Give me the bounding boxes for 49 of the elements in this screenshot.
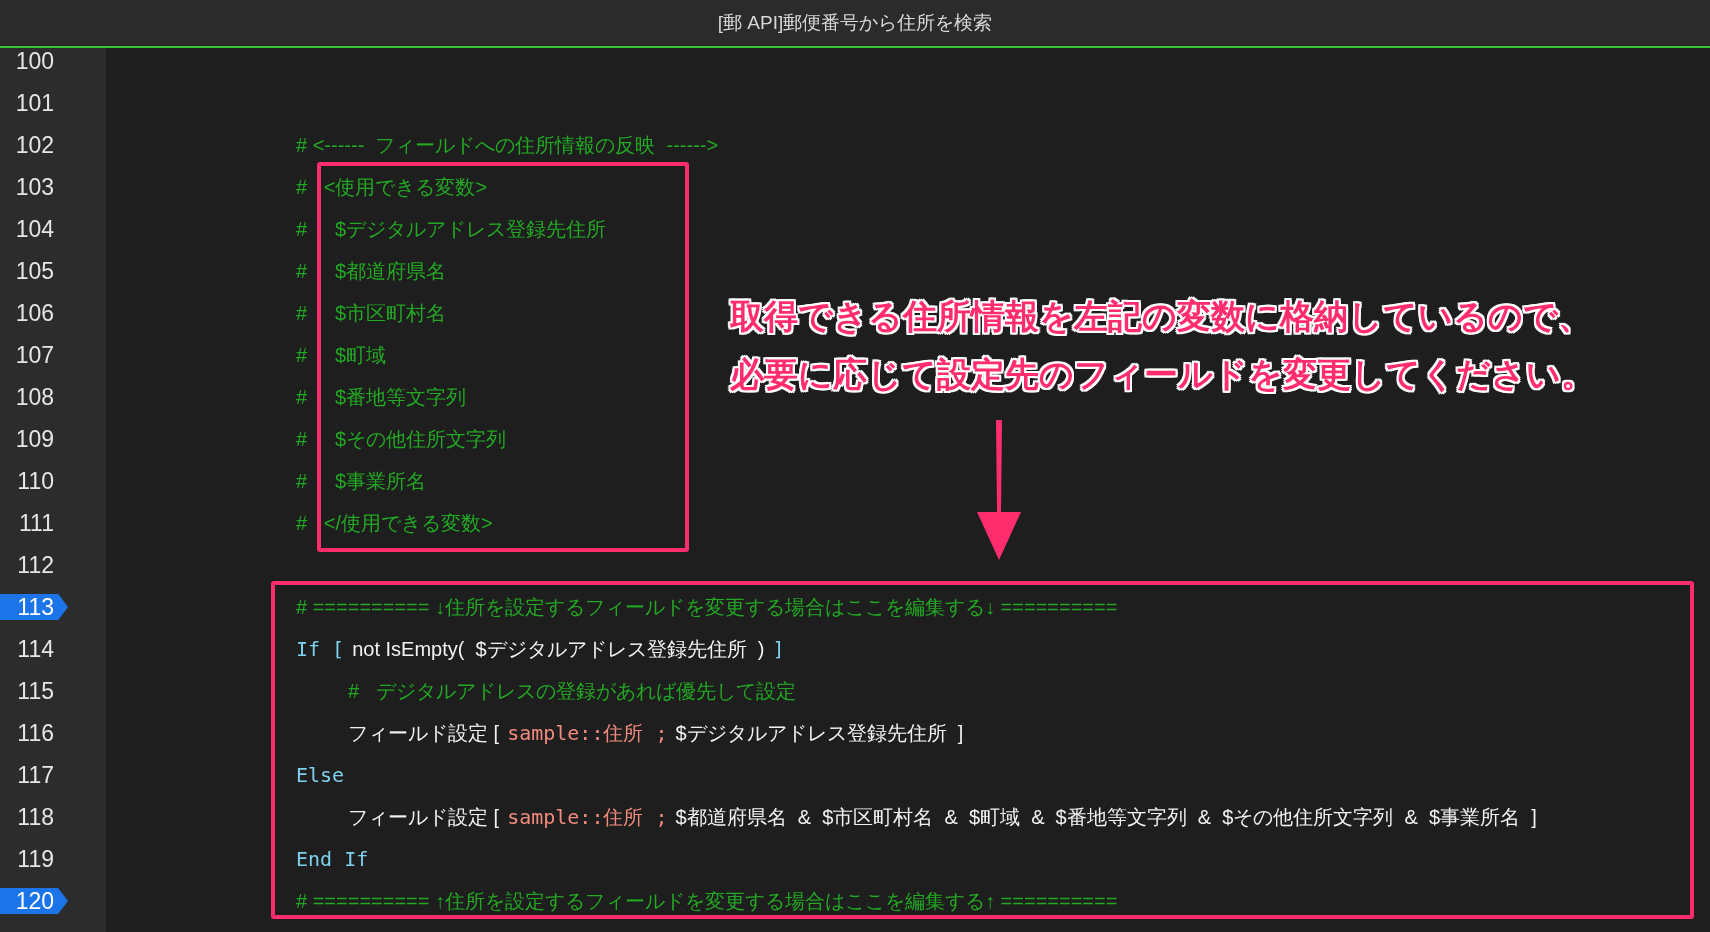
comment-text: # <使用できる変数> <box>296 174 488 200</box>
keyword-text: If [ <box>296 637 345 661</box>
keyword-text: ] <box>772 637 785 661</box>
comment-text: # $事業所名 <box>296 468 427 494</box>
line-number: 119 <box>16 846 55 872</box>
comment-text: # <------ フィールドへの住所情報の反映 ------> <box>296 132 719 158</box>
comment-text: # ========== ↓住所を設定するフィールドを変更する場合はここを編集する↓ ========== <box>296 594 1118 620</box>
annotation-text: 必要に応じて設定先のフィールドを変更してください。 <box>730 354 1595 395</box>
line-number: 104 <box>14 216 55 242</box>
breakpoint-marker[interactable]: 120 <box>0 888 68 914</box>
comment-text: # $都道府県名 <box>296 258 447 284</box>
line-number: 106 <box>14 300 55 326</box>
line-number: 114 <box>16 636 55 662</box>
comment-text: # $デジタルアドレス登録先住所 <box>296 216 607 242</box>
line-number: 115 <box>16 678 55 704</box>
comment-text: # $町域 <box>296 342 387 368</box>
keyword-text: Else <box>296 763 345 787</box>
comment-text: # </使用できる変数> <box>296 510 493 536</box>
comment-text: # デジタルアドレスの登録があれば優先して設定 <box>348 678 796 704</box>
field-name-text: sample::住所 ; <box>507 803 668 831</box>
code-text: $デジタルアドレス登録先住所 ] <box>675 720 964 746</box>
line-number: 117 <box>16 762 55 788</box>
line-number: 112 <box>16 552 55 578</box>
comment-text: # $市区町村名 <box>296 300 447 326</box>
breakpoint-marker[interactable]: 113 <box>0 594 68 620</box>
line-number: 102 <box>14 132 55 158</box>
line-number: 108 <box>14 384 55 410</box>
code-text: not IsEmpty( $デジタルアドレス登録先住所 ) <box>352 636 765 662</box>
line-number: 105 <box>14 258 55 284</box>
line-number: 118 <box>16 804 55 830</box>
line-number: 103 <box>14 174 55 200</box>
line-number: 111 <box>18 510 55 536</box>
code-text: フィールド設定 [ <box>348 804 500 830</box>
line-number: 107 <box>14 342 55 368</box>
line-number: 100 <box>14 48 55 74</box>
code-text: フィールド設定 [ <box>348 720 500 746</box>
keyword-text: End If <box>296 847 369 871</box>
line-number: 109 <box>14 426 55 452</box>
annotation-text: 取得できる住所情報を左記の変数に格納しているので、 <box>730 296 1593 337</box>
line-number: 101 <box>14 90 55 116</box>
code-text: $都道府県名 & $市区町村名 & $町域 & $番地等文字列 & $その他住所文字列 & $事業所名 ] <box>675 804 1537 830</box>
comment-text: # $その他住所文字列 <box>296 426 507 452</box>
comment-text: # ========== ↑住所を設定するフィールドを変更する場合はここを編集する↑ ========== <box>296 888 1118 914</box>
down-arrow-icon <box>977 420 1021 560</box>
field-name-text: sample::住所 ; <box>507 719 668 747</box>
line-number: 116 <box>16 720 55 746</box>
line-number: 110 <box>16 468 55 494</box>
comment-text: # $番地等文字列 <box>296 384 467 410</box>
window-title: [郵 API]郵便番号から住所を検索 <box>717 11 993 35</box>
